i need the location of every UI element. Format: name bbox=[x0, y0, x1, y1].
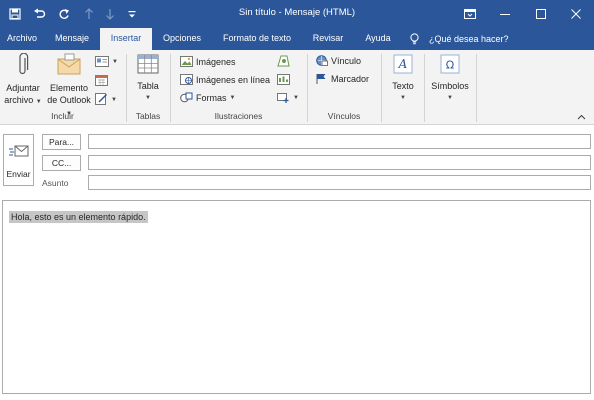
text-box-icon: A bbox=[386, 53, 420, 78]
signature-icon bbox=[95, 93, 108, 107]
link-icon bbox=[315, 54, 328, 68]
svg-text:Ω: Ω bbox=[446, 59, 454, 72]
chevron-down-icon: ▼ bbox=[112, 59, 118, 65]
screenshot-icon bbox=[277, 92, 290, 105]
ribbon-tab-bar: Archivo Mensaje Insertar Opciones Format… bbox=[0, 28, 594, 50]
picture-icon bbox=[180, 55, 193, 69]
tell-me-box[interactable]: ¿Qué desea hacer? bbox=[410, 28, 509, 50]
attach-file-label-1: Adjuntar bbox=[6, 83, 40, 93]
link-label: Vínculo bbox=[331, 56, 362, 66]
title-bar: Sin título - Mensaje (HTML) bbox=[0, 0, 594, 28]
tab-insertar[interactable]: Insertar bbox=[100, 28, 152, 50]
minimize-icon[interactable] bbox=[487, 0, 523, 28]
table-label: Tabla bbox=[137, 81, 159, 91]
shapes-label: Formas bbox=[196, 93, 227, 103]
ribbon-separator bbox=[381, 54, 382, 122]
chevron-down-icon: ▼ bbox=[111, 97, 117, 103]
attach-file-label-2: archivo bbox=[4, 95, 34, 105]
chevron-down-icon: ▼ bbox=[447, 95, 453, 101]
table-button[interactable]: Tabla ▼ bbox=[130, 53, 166, 104]
table-icon bbox=[130, 53, 166, 78]
attach-file-button[interactable]: Adjuntar archivo ▼ bbox=[3, 52, 43, 108]
subject-label: Asunto bbox=[42, 178, 69, 188]
smartart-icon bbox=[277, 73, 290, 87]
subject-field[interactable] bbox=[88, 175, 591, 190]
outlook-item-label-1: Elemento bbox=[49, 83, 89, 93]
shapes-button[interactable]: Formas ▼ bbox=[180, 90, 235, 106]
chevron-down-icon: ▼ bbox=[229, 95, 236, 101]
message-text[interactable]: Hola, esto es un elemento rápido. bbox=[9, 211, 148, 223]
business-card-icon bbox=[95, 55, 109, 69]
redo-icon[interactable] bbox=[53, 0, 75, 28]
group-label-incluir: Incluir bbox=[51, 111, 74, 121]
to-field[interactable] bbox=[88, 134, 591, 149]
up-arrow-icon[interactable] bbox=[78, 0, 100, 28]
bookmark-flag-icon bbox=[315, 73, 328, 86]
chevron-down-icon: ▼ bbox=[35, 99, 42, 105]
tab-revisar[interactable]: Revisar bbox=[304, 28, 352, 50]
signature-button[interactable]: ▼ bbox=[95, 92, 117, 108]
tab-archivo[interactable]: Archivo bbox=[0, 28, 44, 50]
text-button[interactable]: A Texto ▼ bbox=[386, 53, 420, 104]
tab-ayuda[interactable]: Ayuda bbox=[354, 28, 402, 50]
images-label: Imágenes bbox=[196, 57, 236, 67]
lightbulb-icon bbox=[410, 33, 419, 45]
bookmark-button[interactable]: Marcador bbox=[315, 71, 369, 87]
icons-icon bbox=[277, 55, 290, 69]
outlook-item-button[interactable]: Elemento de Outlook ▼ bbox=[45, 53, 93, 120]
collapse-ribbon-icon[interactable] bbox=[577, 113, 586, 122]
ribbon-separator bbox=[424, 54, 425, 122]
tell-me-label: ¿Qué desea hacer? bbox=[429, 34, 509, 44]
paperclip-icon bbox=[3, 52, 43, 80]
shapes-icon bbox=[180, 92, 193, 105]
down-arrow-icon[interactable] bbox=[99, 0, 121, 28]
text-label: Texto bbox=[392, 81, 414, 91]
screenshot-button[interactable]: ▼ bbox=[277, 90, 299, 106]
chevron-down-icon: ▼ bbox=[145, 95, 151, 101]
images-button[interactable]: Imágenes bbox=[180, 54, 236, 70]
outlook-item-icon bbox=[45, 53, 93, 80]
restore-icon[interactable] bbox=[523, 0, 559, 28]
group-label-ilustraciones: Ilustraciones bbox=[214, 111, 263, 121]
link-button[interactable]: Vínculo bbox=[315, 53, 361, 69]
group-label-tablas: Tablas bbox=[135, 111, 161, 121]
close-icon[interactable] bbox=[558, 0, 594, 28]
send-icon bbox=[9, 144, 29, 160]
chevron-down-icon: ▼ bbox=[293, 95, 299, 101]
ribbon-display-icon[interactable] bbox=[452, 0, 488, 28]
symbols-label: Símbolos bbox=[431, 81, 469, 91]
business-card-button[interactable]: ▼ bbox=[95, 54, 118, 70]
save-icon[interactable] bbox=[4, 0, 26, 28]
tab-formato-de-texto[interactable]: Formato de texto bbox=[212, 28, 302, 50]
cc-button[interactable]: CC... bbox=[42, 155, 81, 171]
ribbon: Adjuntar archivo ▼ Elemento de Outlook ▼… bbox=[0, 50, 594, 125]
omega-icon: Ω bbox=[428, 53, 472, 78]
compose-header: Enviar Para... CC... Asunto bbox=[0, 126, 594, 200]
tab-opciones[interactable]: Opciones bbox=[154, 28, 210, 50]
group-label-vinculos: Vínculos bbox=[327, 111, 361, 121]
send-button[interactable]: Enviar bbox=[3, 134, 34, 186]
to-button[interactable]: Para... bbox=[42, 134, 81, 150]
online-images-label: Imágenes en línea bbox=[196, 75, 271, 85]
online-picture-icon bbox=[180, 73, 193, 87]
send-label: Enviar bbox=[6, 169, 31, 179]
window-title: Sin título - Mensaje (HTML) bbox=[238, 7, 356, 18]
ribbon-separator bbox=[476, 54, 477, 122]
icons-button[interactable] bbox=[277, 54, 290, 70]
symbols-button[interactable]: Ω Símbolos ▼ bbox=[428, 53, 472, 104]
online-images-button[interactable]: Imágenes en línea bbox=[180, 72, 270, 88]
svg-text:A: A bbox=[398, 57, 408, 71]
smartart-button[interactable] bbox=[277, 72, 290, 88]
bookmark-label: Marcador bbox=[331, 74, 370, 84]
cc-field[interactable] bbox=[88, 155, 591, 170]
calendar-icon bbox=[95, 74, 108, 88]
chevron-down-icon: ▼ bbox=[400, 95, 406, 101]
undo-icon[interactable] bbox=[28, 0, 50, 28]
message-body[interactable]: Hola, esto es un elemento rápido. bbox=[2, 200, 591, 394]
tab-mensaje[interactable]: Mensaje bbox=[46, 28, 98, 50]
customize-icon[interactable] bbox=[121, 0, 143, 28]
outlook-item-label-2: de Outlook bbox=[47, 95, 91, 105]
calendar-button[interactable] bbox=[95, 73, 108, 89]
